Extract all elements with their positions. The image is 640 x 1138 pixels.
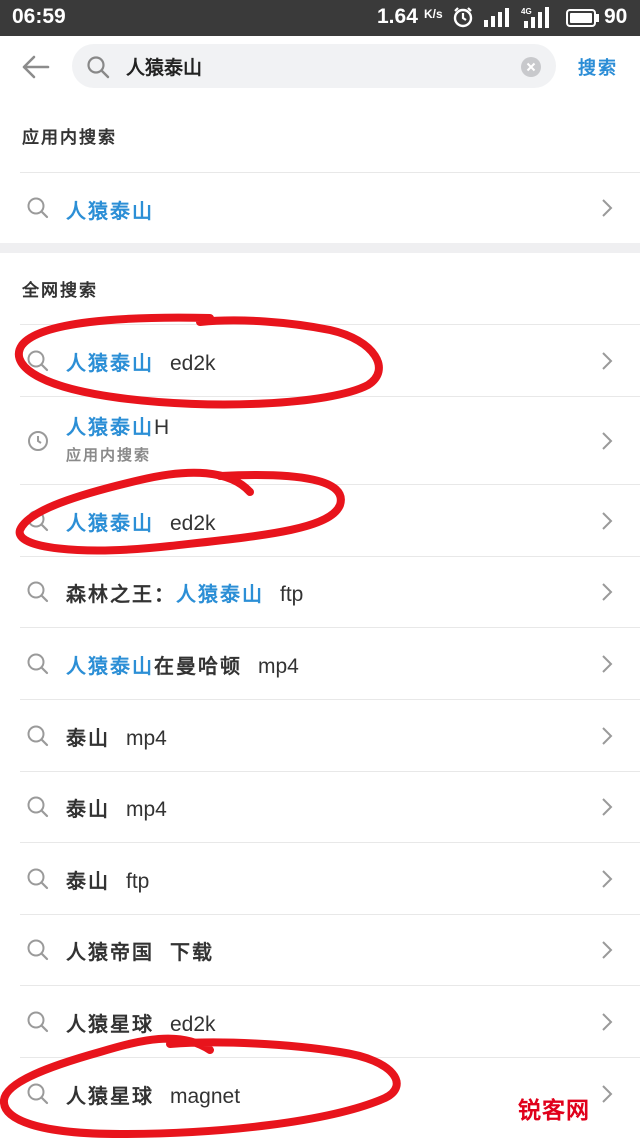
- list-item[interactable]: 泰山 ftp: [0, 843, 640, 914]
- list-item[interactable]: 人猿泰山在曼哈顿 mp4: [0, 628, 640, 699]
- chevron-right-icon: [600, 1083, 614, 1109]
- section-title-web: 全网搜索: [22, 281, 98, 301]
- item-pre: 泰山: [66, 726, 110, 750]
- item-highlight: 人猿泰山: [176, 582, 264, 606]
- item-highlight: 人猿泰山: [66, 199, 154, 223]
- network-label: 4G: [521, 7, 532, 16]
- section-gap: [0, 243, 640, 253]
- item-pre: 人猿星球: [66, 1012, 154, 1036]
- list-item[interactable]: 人猿星球 ed2k: [0, 986, 640, 1057]
- search-icon: [26, 938, 50, 966]
- clear-icon[interactable]: [521, 57, 541, 81]
- network-speed: 1.64: [377, 5, 418, 28]
- chevron-right-icon: [600, 725, 614, 751]
- search-icon: [26, 196, 50, 224]
- item-label: 人猿泰山 ed2k: [66, 507, 216, 536]
- search-icon: [26, 509, 50, 537]
- list-item[interactable]: 森林之王：人猿泰山 ftp: [0, 557, 640, 627]
- item-suffix: ed2k: [170, 1013, 216, 1036]
- signal-4g-icon: 4G: [521, 6, 553, 33]
- item-suffix: mp4: [126, 798, 167, 821]
- battery-level: 90: [604, 5, 628, 28]
- clock-icon: [26, 429, 50, 457]
- search-icon: [26, 580, 50, 608]
- item-suffix: 下载: [170, 940, 214, 964]
- item-pre: 人猿星球: [66, 1084, 154, 1108]
- network-speed-unit: K/s: [424, 7, 443, 21]
- watermark: 锐客网: [518, 1098, 590, 1124]
- search-box[interactable]: [72, 44, 556, 88]
- chevron-right-icon: [600, 350, 614, 376]
- chevron-right-icon: [600, 197, 614, 223]
- item-mid: 在曼哈顿: [154, 654, 242, 678]
- battery-icon: [566, 9, 600, 32]
- list-item[interactable]: 人猿泰山 ed2k: [0, 485, 640, 556]
- item-label: 人猿星球 ed2k: [66, 1008, 216, 1037]
- list-item[interactable]: 泰山 mp4: [0, 700, 640, 771]
- search-icon: [26, 349, 50, 377]
- item-pre: 人猿帝国: [66, 940, 154, 964]
- search-icon: [26, 867, 50, 895]
- chevron-right-icon: [600, 653, 614, 679]
- item-suffix: ed2k: [170, 352, 216, 375]
- item-suffix: magnet: [170, 1085, 241, 1108]
- search-header: 搜索: [0, 36, 640, 100]
- item-label: 泰山 ftp: [66, 865, 149, 894]
- item-highlight: 人猿泰山: [66, 351, 154, 375]
- back-arrow-icon[interactable]: [20, 54, 50, 84]
- item-suffix: ftp: [280, 583, 304, 606]
- chevron-right-icon: [600, 796, 614, 822]
- search-input[interactable]: [126, 50, 506, 82]
- status-bar: 06:59 1.64 K/s 4G 90: [0, 0, 640, 36]
- section-title-in-app: 应用内搜索: [22, 128, 117, 148]
- item-pre: 森林之王：: [66, 582, 176, 606]
- item-label: 森林之王：人猿泰山 ftp: [66, 578, 303, 607]
- status-time: 06:59: [12, 5, 66, 28]
- item-label: 人猿星球 magnet: [66, 1080, 240, 1109]
- chevron-right-icon: [600, 581, 614, 607]
- item-mid: H: [154, 416, 170, 439]
- chevron-right-icon: [600, 430, 614, 456]
- item-subtitle: 应用内搜索: [66, 446, 152, 464]
- item-label: 人猿泰山H: [66, 411, 169, 440]
- item-suffix: ftp: [126, 870, 150, 893]
- item-label: 人猿泰山在曼哈顿 mp4: [66, 650, 299, 679]
- list-item[interactable]: 人猿帝国 下载: [0, 915, 640, 985]
- item-suffix: mp4: [126, 727, 167, 750]
- alarm-icon: [452, 6, 474, 33]
- item-label: 泰山 mp4: [66, 722, 167, 751]
- list-item[interactable]: 人猿泰山H 应用内搜索: [0, 397, 640, 484]
- chevron-right-icon: [600, 868, 614, 894]
- signal-icon: [484, 7, 514, 32]
- search-icon: [26, 1082, 50, 1110]
- item-highlight: 人猿泰山: [66, 415, 154, 439]
- chevron-right-icon: [600, 1011, 614, 1037]
- search-icon: [26, 724, 50, 752]
- list-item[interactable]: 泰山 mp4: [0, 772, 640, 842]
- item-pre: 泰山: [66, 797, 110, 821]
- search-icon: [26, 652, 50, 680]
- chevron-right-icon: [600, 939, 614, 965]
- search-button[interactable]: 搜索: [578, 54, 618, 80]
- list-item[interactable]: 人猿泰山 ed2k: [0, 325, 640, 396]
- item-pre: 泰山: [66, 869, 110, 893]
- search-icon: [26, 795, 50, 823]
- list-item-in-app[interactable]: 人猿泰山: [0, 173, 640, 243]
- item-highlight: 人猿泰山: [66, 654, 154, 678]
- item-label: 泰山 mp4: [66, 793, 167, 822]
- item-suffix: ed2k: [170, 512, 216, 535]
- chevron-right-icon: [600, 510, 614, 536]
- search-icon: [86, 55, 110, 83]
- item-highlight: 人猿泰山: [66, 511, 154, 535]
- search-icon: [26, 1010, 50, 1038]
- item-label: 人猿泰山: [66, 195, 154, 224]
- item-label: 人猿帝国 下载: [66, 936, 214, 965]
- item-label: 人猿泰山 ed2k: [66, 347, 216, 376]
- item-suffix: mp4: [258, 655, 299, 678]
